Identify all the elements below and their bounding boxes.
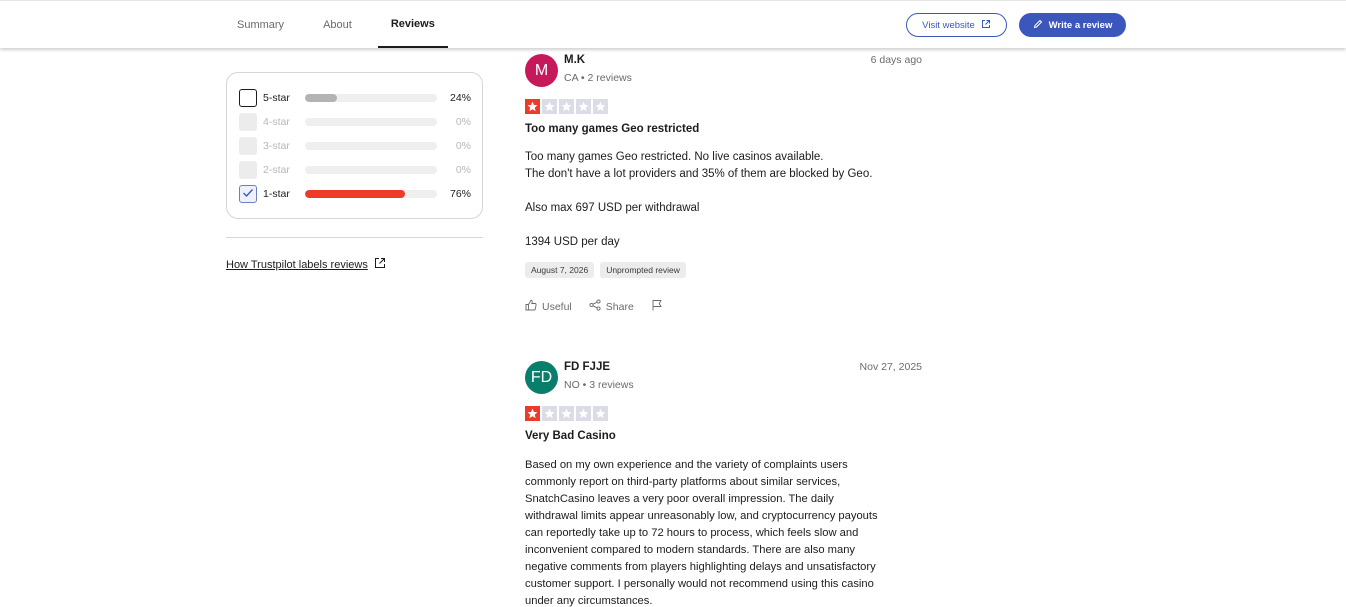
rating-bar	[305, 94, 437, 102]
useful-button[interactable]: Useful	[525, 299, 572, 314]
filter-row-2-star: 2-star 0%	[239, 161, 471, 179]
top-navigation-bar: Summary About Reviews Visit website Writ…	[0, 0, 1346, 48]
review-tags: August 7, 2026 Unprompted review	[525, 262, 686, 278]
review-date: 6 days ago	[870, 54, 922, 66]
share-icon	[589, 299, 601, 314]
tab-reviews[interactable]: Reviews	[377, 1, 448, 48]
filter-row-1-star[interactable]: 1-star 76%	[239, 185, 471, 203]
review-type-tag[interactable]: Unprompted review	[600, 262, 686, 278]
star-icon	[559, 99, 574, 114]
external-link-icon	[981, 19, 991, 32]
share-label: Share	[605, 300, 634, 313]
review-body: Based on my own experience and the varie…	[525, 457, 925, 607]
review-title[interactable]: Very Bad Casino	[525, 430, 616, 442]
review-body-line: under any circumstances.	[525, 595, 653, 607]
filter-percent: 0%	[455, 116, 471, 128]
filter-row-4-star: 4-star 0%	[239, 113, 471, 131]
labels-link-text: How Trustpilot labels reviews	[226, 258, 368, 271]
checkmark-icon	[242, 185, 254, 203]
star-icon	[576, 99, 591, 114]
rating-bar	[305, 118, 437, 126]
filter-label: 2-star	[263, 164, 290, 176]
filter-percent: 0%	[455, 140, 471, 152]
rating-bar-fill	[305, 190, 406, 198]
checkbox-4-star	[239, 113, 257, 131]
review-body-line: 1394 USD per day	[525, 236, 620, 248]
review-body-line: The don't have a lot providers and 35% o…	[525, 168, 873, 180]
filter-label: 3-star	[263, 140, 290, 152]
review-body-line: inconvenient compared to modern standard…	[525, 544, 856, 556]
review-card: M M.K CA • 2 reviews 6 days ago Too many…	[525, 54, 925, 324]
review-body-line: Also max 697 USD per withdrawal	[525, 202, 700, 214]
checkbox-3-star	[239, 137, 257, 155]
star-rating	[525, 406, 608, 421]
review-title[interactable]: Too many games Geo restricted	[525, 123, 699, 135]
filter-percent: 76%	[449, 188, 471, 200]
star-icon	[559, 406, 574, 421]
avatar-initials: M	[534, 61, 549, 79]
share-button[interactable]: Share	[589, 299, 634, 314]
star-icon	[593, 406, 608, 421]
star-icon	[593, 99, 608, 114]
rating-bar	[305, 166, 437, 174]
filter-label: 1-star	[263, 188, 290, 200]
review-body-line: SnatchCasino leaves a very poor overall …	[525, 493, 834, 505]
review-body-line: withdrawal limits appear unreasonably lo…	[525, 510, 878, 522]
visit-website-label: Visit website	[922, 19, 975, 31]
checkbox-5-star[interactable]	[239, 89, 257, 107]
avatar-initials: FD	[530, 368, 553, 386]
filter-label: 4-star	[263, 116, 290, 128]
filter-row-3-star: 3-star 0%	[239, 137, 471, 155]
star-icon	[525, 99, 540, 114]
review-actions: Useful Share	[525, 299, 663, 314]
avatar[interactable]: FD	[525, 361, 558, 394]
thumbs-up-icon	[525, 299, 537, 314]
reviewer-meta: NO • 3 reviews	[564, 379, 634, 391]
how-trustpilot-labels-link[interactable]: How Trustpilot labels reviews	[226, 257, 386, 272]
star-icon	[576, 406, 591, 421]
review-body-line: negative comments from players highlight…	[525, 561, 876, 573]
review-body-line: commonly report on third-party platforms…	[525, 476, 841, 488]
star-rating	[525, 99, 608, 114]
filter-row-5-star[interactable]: 5-star 24%	[239, 89, 471, 107]
tab-summary[interactable]: Summary	[224, 1, 297, 48]
review-card: FD FD FJJE NO • 3 reviews Nov 27, 2025 V…	[525, 361, 925, 607]
review-body-line: can reportedly take up to 72 hours to pr…	[525, 527, 859, 539]
reviewer-name[interactable]: FD FJJE	[564, 361, 610, 373]
pencil-icon	[1033, 19, 1043, 32]
tab-list: Summary About Reviews	[224, 1, 461, 48]
review-body-line: Based on my own experience and the varie…	[525, 459, 848, 471]
tab-about[interactable]: About	[310, 1, 365, 48]
write-review-button[interactable]: Write a review	[1019, 13, 1126, 37]
star-icon	[542, 99, 557, 114]
review-body-line: Too many games Geo restricted. No live c…	[525, 151, 824, 163]
flag-icon	[651, 299, 663, 314]
review-date: Nov 27, 2025	[859, 361, 922, 373]
report-button[interactable]	[651, 299, 663, 314]
checkbox-2-star	[239, 161, 257, 179]
filter-percent: 24%	[449, 92, 471, 104]
rating-bar-fill	[305, 94, 337, 102]
filter-label: 5-star	[263, 92, 290, 104]
review-body-line	[525, 183, 925, 200]
star-icon	[525, 406, 540, 421]
rating-bar	[305, 142, 437, 150]
rating-bar	[305, 190, 437, 198]
write-review-label: Write a review	[1048, 19, 1113, 31]
review-body-line: customer support. I personally would not…	[525, 578, 874, 590]
visit-website-button[interactable]: Visit website	[906, 13, 1007, 37]
checkbox-1-star[interactable]	[239, 185, 257, 203]
external-link-icon	[374, 257, 386, 272]
star-filter-panel: 5-star 24% 4-star 0% 3-star 0% 2-star 0%…	[226, 72, 483, 219]
star-icon	[542, 406, 557, 421]
reviewer-meta: CA • 2 reviews	[564, 72, 632, 84]
experience-date-tag: August 7, 2026	[525, 262, 595, 278]
useful-label: Useful	[542, 300, 572, 313]
reviewer-name[interactable]: M.K	[564, 54, 585, 66]
review-body-line	[525, 217, 925, 234]
divider	[226, 237, 483, 238]
avatar[interactable]: M	[525, 54, 558, 87]
filter-percent: 0%	[455, 164, 471, 176]
review-body: Too many games Geo restricted. No live c…	[525, 149, 925, 251]
